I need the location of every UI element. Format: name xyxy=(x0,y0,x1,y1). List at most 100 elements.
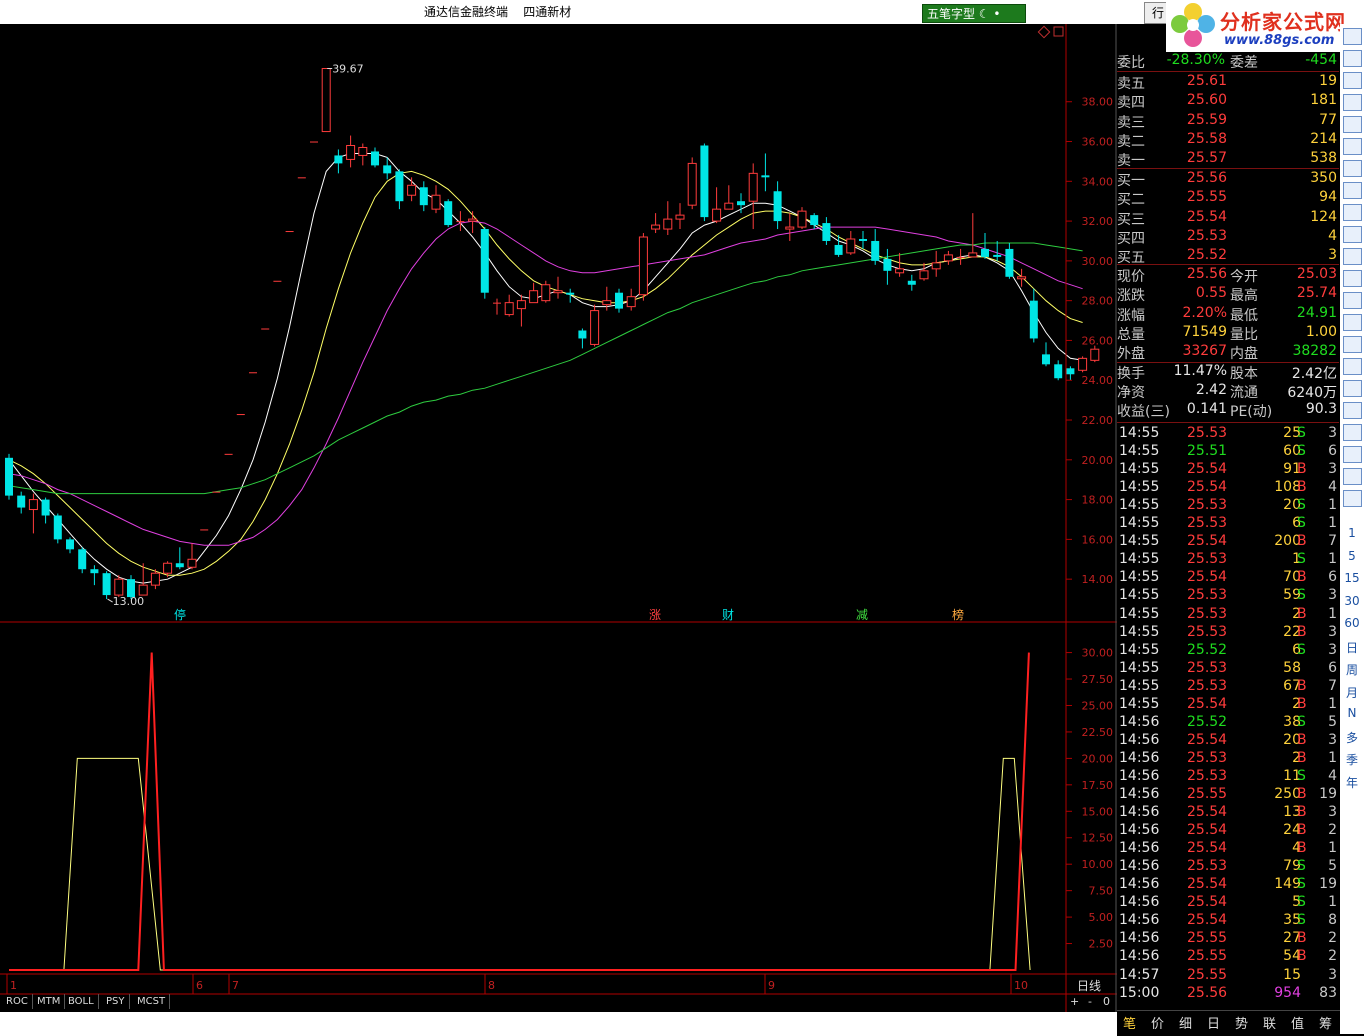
tick-count: 1 xyxy=(1328,894,1337,911)
event-marker[interactable]: 财 xyxy=(722,608,734,622)
quote-separator xyxy=(1117,362,1339,363)
toolbar-icon[interactable] xyxy=(1343,292,1362,309)
price-tick-label: 38.00 xyxy=(1082,96,1114,109)
ask-price: 25.58 xyxy=(1186,130,1227,147)
tick-side: S xyxy=(1297,894,1306,911)
frequency-label[interactable]: 日线 xyxy=(1077,979,1101,993)
tick-time: 14:56 xyxy=(1119,876,1160,893)
stat-label: 净资 xyxy=(1117,384,1145,401)
period-button[interactable]: 5 xyxy=(1340,549,1364,563)
period-button[interactable]: 多 xyxy=(1340,729,1364,746)
tick-side: S xyxy=(1297,443,1306,460)
candle-body xyxy=(748,172,758,202)
tick-count: 5 xyxy=(1328,858,1337,875)
tick-price: 25.54 xyxy=(1187,840,1228,857)
period-button[interactable]: 季 xyxy=(1340,751,1364,768)
toolbar-icon[interactable] xyxy=(1343,182,1362,199)
toolbar-icon[interactable] xyxy=(1343,116,1362,133)
toolbar-icon[interactable] xyxy=(1343,380,1362,397)
bid-volume: 4 xyxy=(1328,227,1337,244)
indicator-tab-psy[interactable]: PSY xyxy=(102,994,130,1009)
toolbar-icon[interactable] xyxy=(1343,72,1362,89)
tick-side: S xyxy=(1297,912,1306,929)
period-button[interactable]: N xyxy=(1340,706,1364,720)
indicator-tick-label: 20.00 xyxy=(1082,752,1114,765)
quote-row: 净资 2.42 流通 6240万 xyxy=(1117,382,1339,401)
event-marker[interactable]: 减 xyxy=(856,608,868,622)
tick-count: 19 xyxy=(1319,876,1337,893)
candle-body xyxy=(187,558,197,568)
candle-body xyxy=(212,491,221,493)
indicator-tab-mcst[interactable]: MCST xyxy=(133,994,171,1009)
period-button[interactable]: 日 xyxy=(1340,639,1364,656)
toolbar-icon[interactable] xyxy=(1343,204,1362,221)
period-button[interactable]: 30 xyxy=(1340,594,1364,608)
candle-body xyxy=(724,202,734,210)
period-button[interactable]: 月 xyxy=(1340,684,1364,701)
chart-area[interactable]: 38.00 36.00 34.00 32.00 30.00 28.00 26.00 24.00… xyxy=(0,24,1117,1012)
candle-body xyxy=(785,226,795,230)
panel-tab[interactable]: 日 xyxy=(1207,1013,1220,1032)
toolbar-icon[interactable] xyxy=(1343,468,1362,485)
period-button[interactable]: 年 xyxy=(1340,774,1364,791)
date-tick-label: 10 xyxy=(1014,979,1028,992)
event-marker[interactable]: 涨 xyxy=(649,607,661,622)
toolbar-icon[interactable] xyxy=(1343,358,1362,375)
zoom-reset[interactable]: 0 xyxy=(1103,995,1110,1008)
tick-side: B xyxy=(1297,786,1307,802)
period-button[interactable]: 60 xyxy=(1340,616,1364,630)
tick-side: B xyxy=(1297,479,1307,496)
indicator-tab-roc[interactable]: ROC xyxy=(2,994,33,1009)
zoom-plus[interactable]: + xyxy=(1070,995,1079,1008)
toolbar-icon[interactable] xyxy=(1343,28,1362,45)
panel-tab[interactable]: 势 xyxy=(1235,1013,1248,1032)
toolbar-icon[interactable] xyxy=(1343,446,1362,463)
indicator-tab-mtm[interactable]: MTM xyxy=(33,994,66,1009)
period-button[interactable]: 1 xyxy=(1340,526,1364,540)
event-marker[interactable]: 停 xyxy=(174,607,186,622)
period-button[interactable]: 周 xyxy=(1340,661,1364,678)
indicator-tab-boll[interactable]: BOLL xyxy=(64,994,99,1009)
zoom-minus[interactable]: - xyxy=(1088,995,1092,1008)
panel-tab[interactable]: 细 xyxy=(1179,1013,1192,1032)
tick-side: B xyxy=(1297,461,1307,478)
toolbar-icon[interactable] xyxy=(1343,270,1362,287)
bid-volume: 3 xyxy=(1328,247,1337,264)
ask-price: 25.57 xyxy=(1186,150,1227,167)
period-button[interactable]: 15 xyxy=(1340,571,1364,585)
stat-label: 涨幅 xyxy=(1117,307,1145,324)
candle-body xyxy=(395,171,404,202)
toolbar-icon[interactable] xyxy=(1343,490,1362,507)
toolbar-icon[interactable] xyxy=(1343,138,1362,155)
panel-tab[interactable]: 筹 xyxy=(1319,1013,1332,1032)
stat-value: 25.03 xyxy=(1296,266,1337,282)
tick-side: B xyxy=(1297,695,1307,712)
tick-price: 25.56 xyxy=(1187,984,1228,1001)
toolbar-icon[interactable] xyxy=(1343,94,1362,111)
toolbar-icon[interactable] xyxy=(1343,402,1362,419)
toolbar-icon[interactable] xyxy=(1343,314,1362,331)
tick-count: 2 xyxy=(1328,948,1337,965)
panel-tab[interactable]: 值 xyxy=(1291,1013,1304,1032)
tick-count: 7 xyxy=(1328,677,1337,694)
panel-tab[interactable]: 笔 xyxy=(1123,1013,1136,1032)
tick-time: 14:56 xyxy=(1119,858,1160,875)
event-marker[interactable]: 榜 xyxy=(952,607,964,622)
toolbar-icon[interactable] xyxy=(1343,160,1362,177)
toolbar-icon[interactable] xyxy=(1343,226,1362,243)
tick-count: 2 xyxy=(1328,822,1337,839)
panel-tab[interactable]: 价 xyxy=(1151,1013,1164,1032)
tick-count: 3 xyxy=(1328,587,1337,604)
toolbar-icon[interactable] xyxy=(1343,424,1362,441)
tick-side: S xyxy=(1297,713,1306,730)
quote-row: 14:55 25.54 70 B 6 xyxy=(1117,569,1339,588)
toolbar-icon[interactable] xyxy=(1343,50,1362,67)
panel-tab[interactable]: 联 xyxy=(1263,1013,1276,1032)
tick-count: 1 xyxy=(1328,515,1337,532)
input-method-badge[interactable]: 五笔字型 ☾ • xyxy=(922,4,1026,23)
toolbar-icon[interactable] xyxy=(1343,336,1362,353)
price-tick-label: 16.00 xyxy=(1082,533,1114,546)
tick-time: 14:55 xyxy=(1119,587,1160,604)
toolbar-icon[interactable] xyxy=(1343,248,1362,265)
tick-time: 14:55 xyxy=(1119,479,1160,496)
